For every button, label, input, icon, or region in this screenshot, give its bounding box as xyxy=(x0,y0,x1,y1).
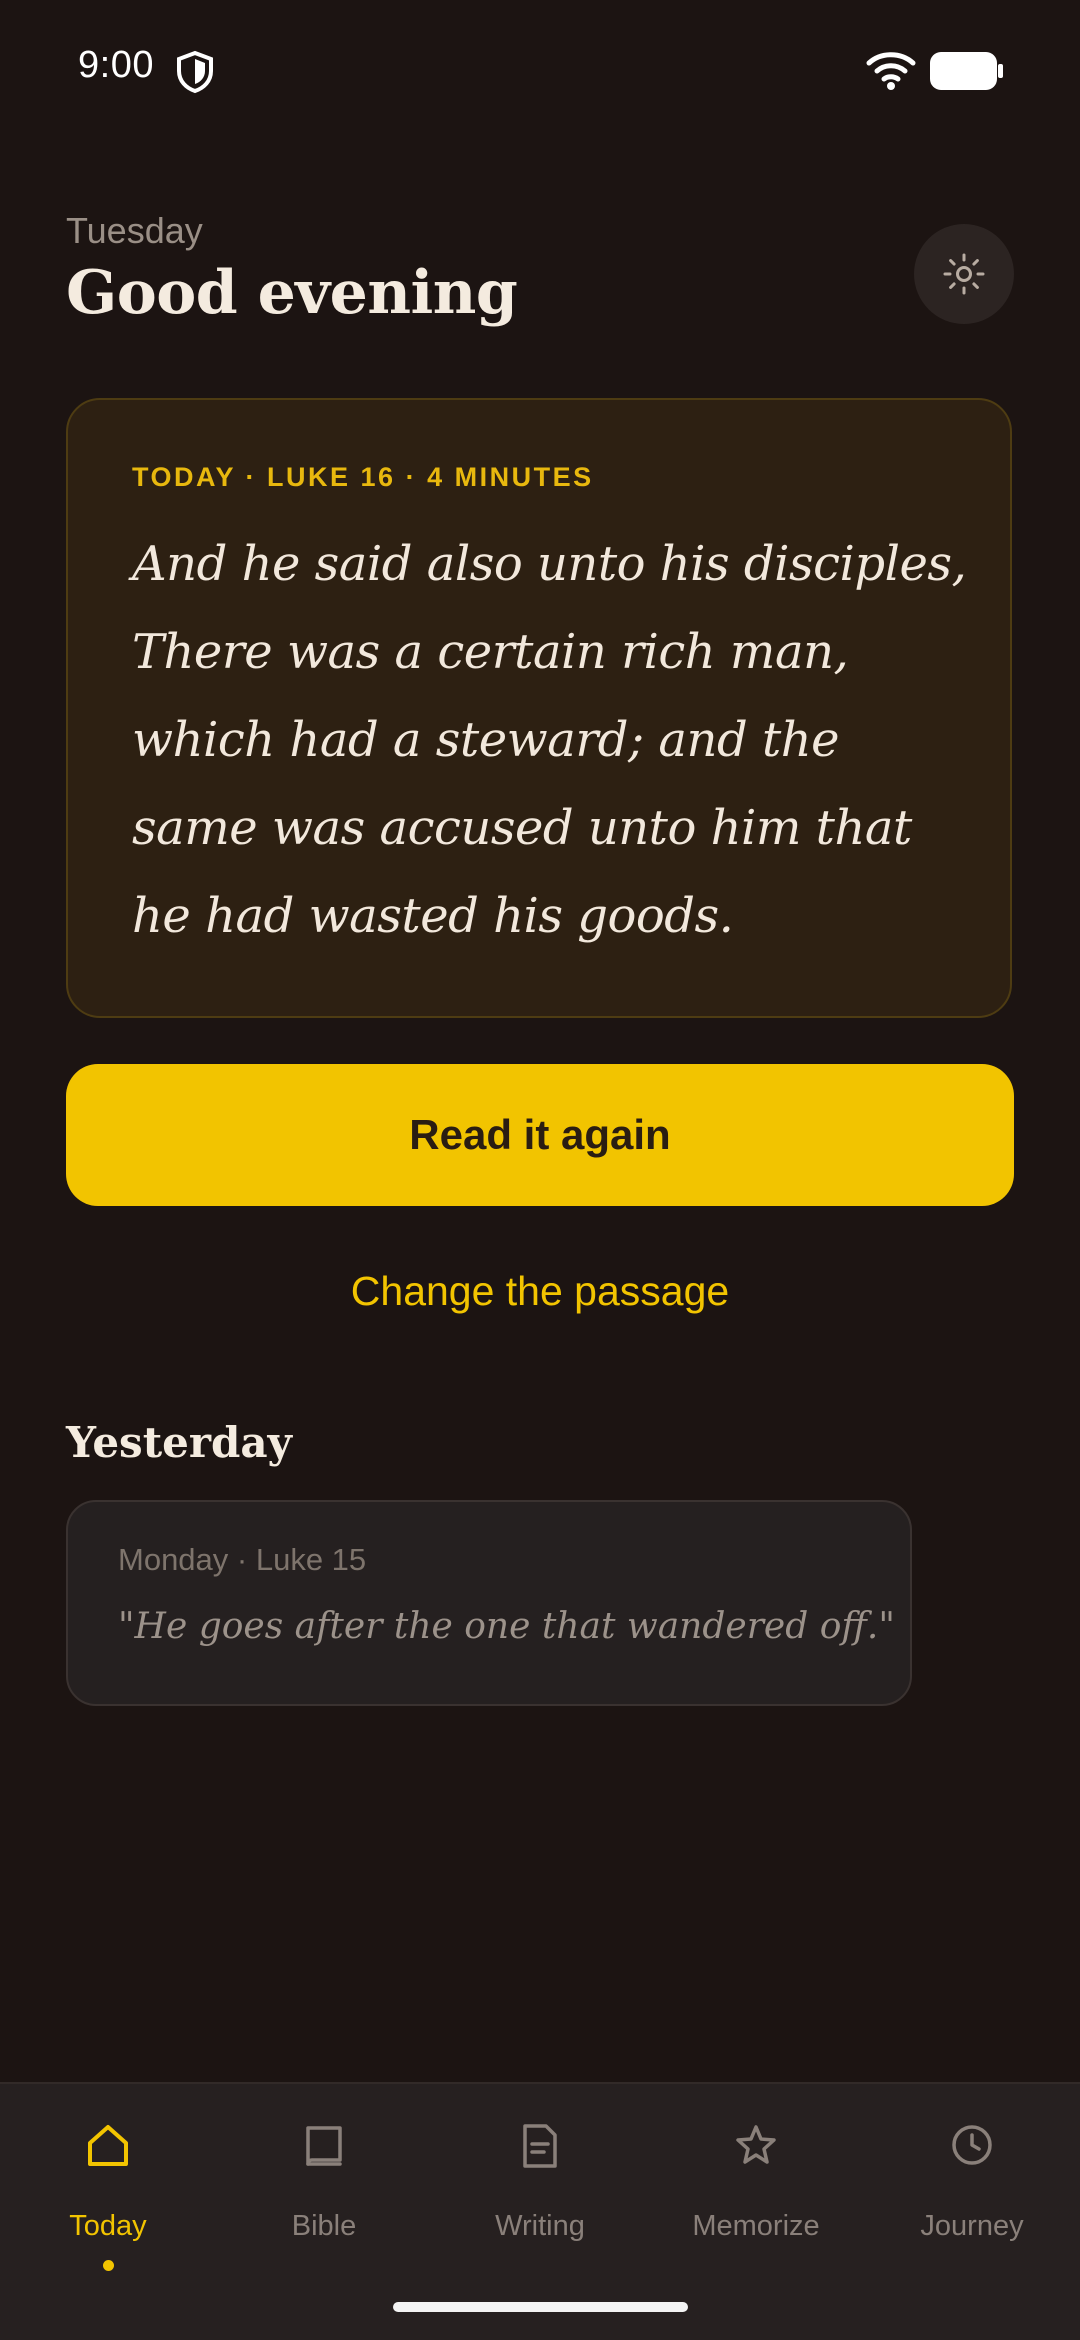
nav-label-bible: Bible xyxy=(291,2210,357,2242)
nav-item-bible[interactable]: Bible xyxy=(216,2114,432,2242)
nav-label-today: Today xyxy=(69,2210,147,2242)
yesterday-card[interactable]: Monday · Luke 15 "He goes after the one … xyxy=(66,1500,912,1706)
shield-icon xyxy=(177,50,213,94)
greeting-title: Good evening xyxy=(66,258,518,328)
change-passage-link[interactable]: Change the passage xyxy=(0,1268,1080,1315)
home-icon xyxy=(88,2125,128,2166)
today-passage-card[interactable]: TODAY · LUKE 16 · 4 MINUTES And he said … xyxy=(66,398,1012,1018)
passage-text: And he said also unto his disciples, The… xyxy=(132,536,967,944)
clock-icon xyxy=(952,2125,992,2165)
nav-label-journey: Journey xyxy=(920,2210,1024,2242)
nav-item-today[interactable]: Today xyxy=(0,2114,216,2271)
theme-toggle-button[interactable] xyxy=(914,224,1014,324)
book-icon xyxy=(306,2126,342,2166)
yesterday-quote: "He goes after the one that wandered off… xyxy=(118,1606,895,1647)
sun-icon xyxy=(943,253,985,295)
home-indicator xyxy=(393,2302,688,2312)
yesterday-heading: Yesterday xyxy=(66,1418,292,1467)
star-icon xyxy=(736,2125,776,2164)
yesterday-meta: Monday · Luke 15 xyxy=(118,1542,367,1577)
document-icon xyxy=(523,2124,557,2168)
read-again-button[interactable]: Read it again xyxy=(66,1064,1014,1206)
nav-item-writing[interactable]: Writing xyxy=(432,2114,648,2242)
battery-icon xyxy=(930,52,1003,90)
wifi-icon xyxy=(866,52,916,90)
status-time: 9:00 xyxy=(78,44,154,86)
passage-meta: TODAY · LUKE 16 · 4 MINUTES xyxy=(132,462,594,492)
nav-item-memorize[interactable]: Memorize xyxy=(648,2114,864,2242)
active-indicator-dot xyxy=(103,2260,114,2271)
nav-label-writing: Writing xyxy=(495,2210,585,2242)
day-label: Tuesday xyxy=(66,210,203,251)
nav-item-journey[interactable]: Journey xyxy=(864,2114,1080,2242)
nav-label-memorize: Memorize xyxy=(692,2210,820,2242)
